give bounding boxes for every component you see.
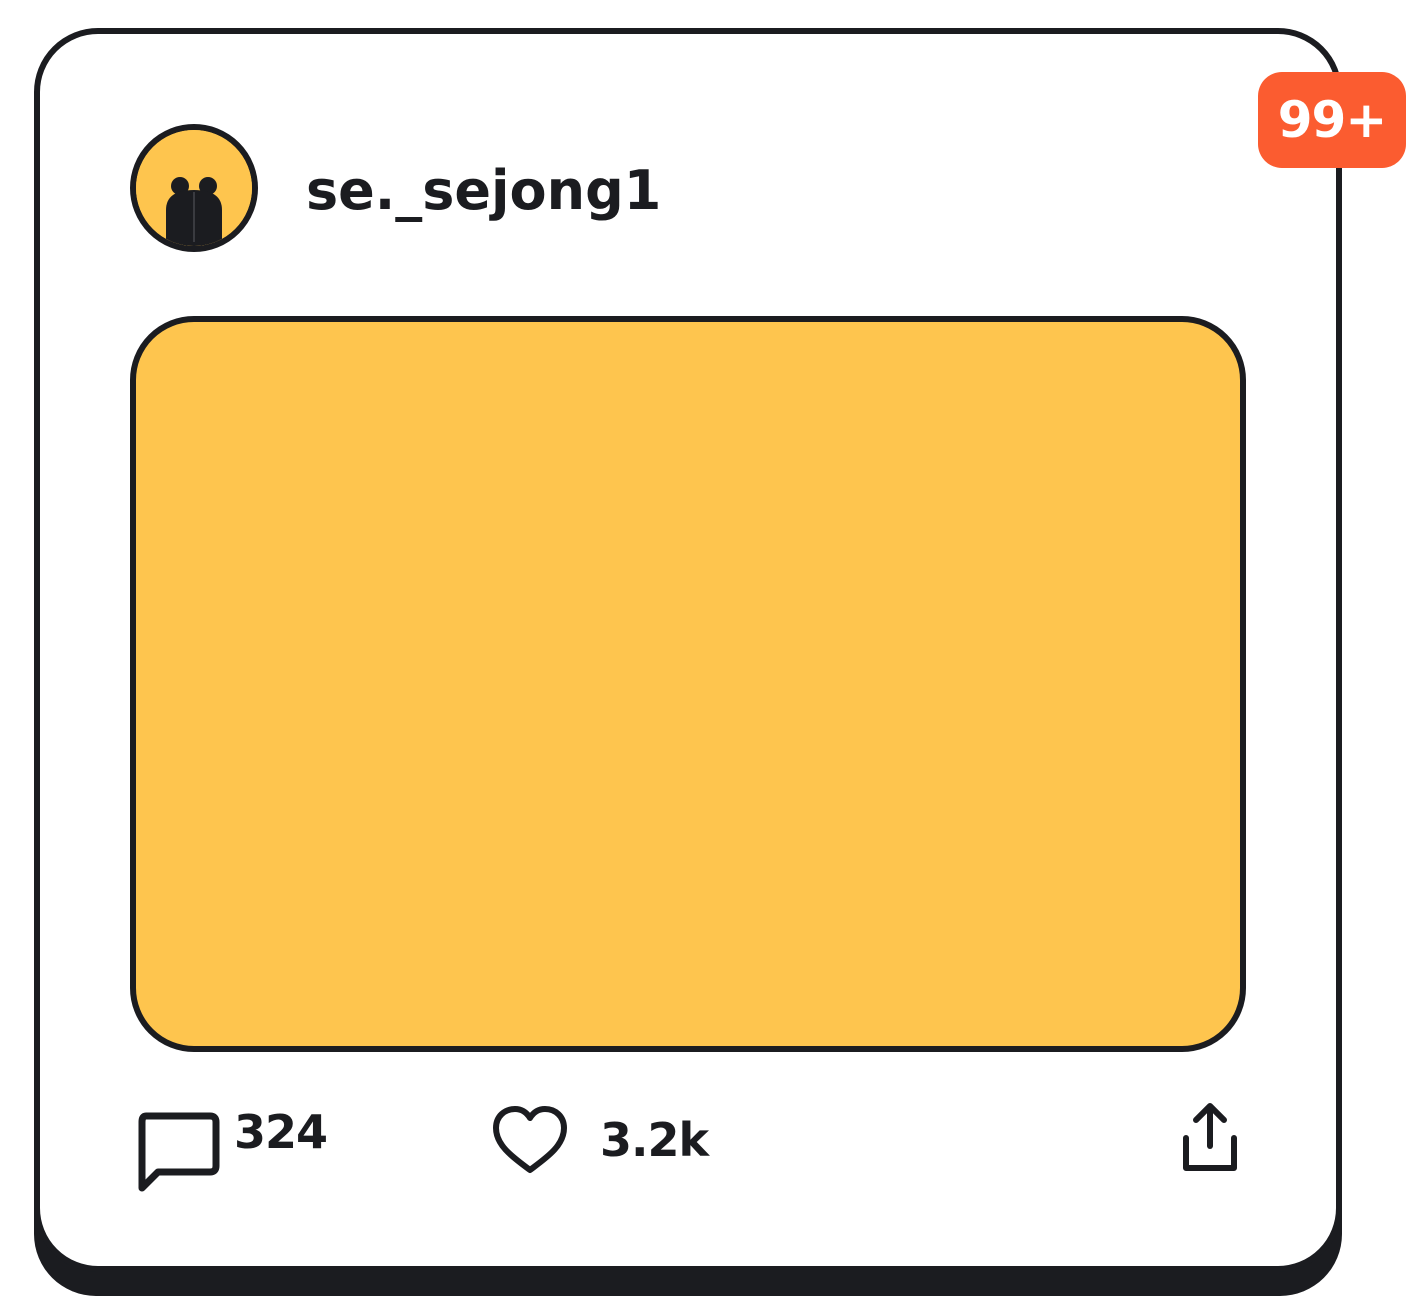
heart-icon (490, 1104, 570, 1176)
avatar[interactable] (130, 124, 258, 252)
share-button[interactable] (1176, 1100, 1244, 1176)
comment-count: 324 (234, 1105, 328, 1159)
like-count: 3.2k (600, 1113, 709, 1167)
share-icon (1176, 1100, 1244, 1176)
comment-icon (136, 1108, 222, 1196)
person-silhouette-icon (136, 130, 252, 246)
notification-badge[interactable]: 99+ (1258, 72, 1406, 168)
comment-button[interactable]: 324 (136, 1105, 328, 1196)
username[interactable]: se._sejong1 (306, 156, 661, 226)
like-button[interactable]: 3.2k (490, 1104, 709, 1176)
post-media[interactable] (130, 316, 1246, 1052)
